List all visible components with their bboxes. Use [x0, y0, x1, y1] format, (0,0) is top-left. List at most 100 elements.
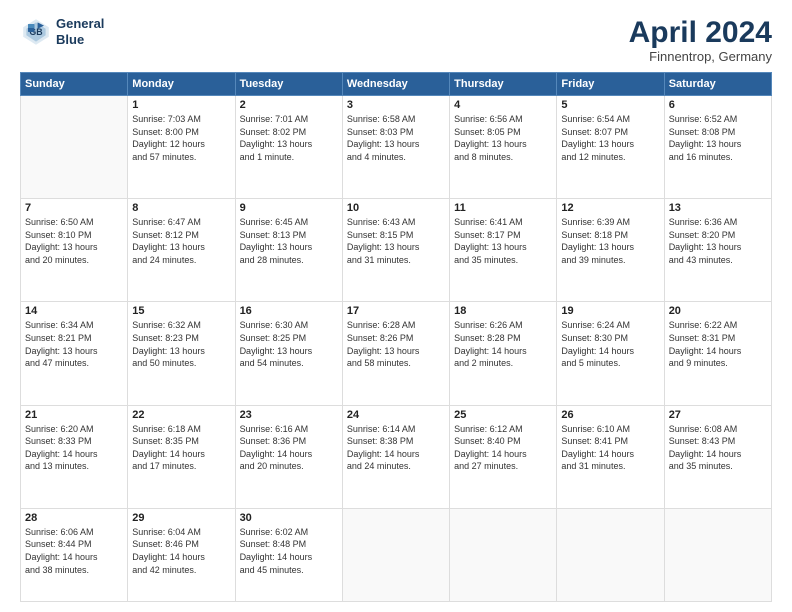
day-info: Sunrise: 6:50 AM Sunset: 8:10 PM Dayligh…	[25, 216, 123, 266]
day-info: Sunrise: 6:30 AM Sunset: 8:25 PM Dayligh…	[240, 319, 338, 369]
day-info: Sunrise: 6:47 AM Sunset: 8:12 PM Dayligh…	[132, 216, 230, 266]
location-subtitle: Finnentrop, Germany	[629, 49, 772, 64]
day-cell: 23 Sunrise: 6:16 AM Sunset: 8:36 PM Dayli…	[235, 405, 342, 508]
day-number: 19	[561, 305, 659, 317]
day-cell: 4 Sunrise: 6:56 AM Sunset: 8:05 PM Daylig…	[450, 96, 557, 199]
day-cell: 16 Sunrise: 6:30 AM Sunset: 8:25 PM Dayli…	[235, 302, 342, 405]
week-row-2: 7Sunrise: 6:50 AM Sunset: 8:10 PM Daylig…	[21, 199, 772, 302]
day-info: Sunrise: 6:08 AM Sunset: 8:43 PM Dayligh…	[669, 423, 767, 473]
day-number: 6	[669, 99, 767, 111]
day-info: Sunrise: 6:20 AM Sunset: 8:33 PM Dayligh…	[25, 423, 123, 473]
day-number: 18	[454, 305, 552, 317]
col-header-sunday: Sunday	[21, 73, 128, 96]
day-cell: 25Sunrise: 6:12 AM Sunset: 8:40 PM Dayli…	[450, 405, 557, 508]
col-header-saturday: Saturday	[664, 73, 771, 96]
day-number: 26	[561, 409, 659, 421]
day-number: 8	[132, 202, 230, 214]
day-number: 16	[240, 305, 338, 317]
day-cell: 28 Sunrise: 6:06 AM Sunset: 8:44 PM Dayli…	[21, 508, 128, 601]
day-number: 17	[347, 305, 445, 317]
day-number: 30	[240, 512, 338, 524]
day-info: Sunrise: 6:41 AM Sunset: 8:17 PM Dayligh…	[454, 216, 552, 266]
day-cell: 12Sunrise: 6:39 AM Sunset: 8:18 PM Dayli…	[557, 199, 664, 302]
day-cell: 29 Sunrise: 6:04 AM Sunset: 8:46 PM Dayli…	[128, 508, 235, 601]
day-info: Sunrise: 6:18 AM Sunset: 8:35 PM Dayligh…	[132, 423, 230, 473]
day-cell: 24Sunrise: 6:14 AM Sunset: 8:38 PM Dayli…	[342, 405, 449, 508]
day-number: 9	[240, 202, 338, 214]
day-cell	[21, 96, 128, 199]
day-cell: 14 Sunrise: 6:34 AM Sunset: 8:21 PM Dayli…	[21, 302, 128, 405]
col-header-tuesday: Tuesday	[235, 73, 342, 96]
day-number: 22	[132, 409, 230, 421]
day-cell: 2 Sunrise: 7:01 AM Sunset: 8:02 PM Daylig…	[235, 96, 342, 199]
day-number: 1	[132, 99, 230, 111]
day-info: Sunrise: 6:04 AM Sunset: 8:46 PM Dayligh…	[132, 526, 230, 576]
day-info: Sunrise: 6:06 AM Sunset: 8:44 PM Dayligh…	[25, 526, 123, 576]
day-number: 15	[132, 305, 230, 317]
day-number: 2	[240, 99, 338, 111]
day-cell: 20 Sunrise: 6:22 AM Sunset: 8:31 PM Dayli…	[664, 302, 771, 405]
day-info: Sunrise: 6:22 AM Sunset: 8:31 PM Dayligh…	[669, 319, 767, 369]
day-cell	[342, 508, 449, 601]
day-cell: 30 Sunrise: 6:02 AM Sunset: 8:48 PM Dayli…	[235, 508, 342, 601]
day-info: Sunrise: 6:32 AM Sunset: 8:23 PM Dayligh…	[132, 319, 230, 369]
day-info: Sunrise: 6:24 AM Sunset: 8:30 PM Dayligh…	[561, 319, 659, 369]
day-info: Sunrise: 6:02 AM Sunset: 8:48 PM Dayligh…	[240, 526, 338, 576]
day-info: Sunrise: 6:10 AM Sunset: 8:41 PM Dayligh…	[561, 423, 659, 473]
day-cell: 6Sunrise: 6:52 AM Sunset: 8:08 PM Daylig…	[664, 96, 771, 199]
day-number: 23	[240, 409, 338, 421]
day-cell: 21Sunrise: 6:20 AM Sunset: 8:33 PM Dayli…	[21, 405, 128, 508]
day-cell: 22 Sunrise: 6:18 AM Sunset: 8:35 PM Dayli…	[128, 405, 235, 508]
day-cell: 13Sunrise: 6:36 AM Sunset: 8:20 PM Dayli…	[664, 199, 771, 302]
day-info: Sunrise: 7:03 AM Sunset: 8:00 PM Dayligh…	[132, 113, 230, 163]
header: GB General Blue April 2024 Finnentrop, G…	[20, 16, 772, 64]
day-cell: 7Sunrise: 6:50 AM Sunset: 8:10 PM Daylig…	[21, 199, 128, 302]
title-block: April 2024 Finnentrop, Germany	[629, 16, 772, 64]
day-cell: 8 Sunrise: 6:47 AM Sunset: 8:12 PM Daylig…	[128, 199, 235, 302]
day-number: 25	[454, 409, 552, 421]
logo-line1: General	[56, 16, 104, 32]
logo-text: General Blue	[56, 16, 104, 47]
day-info: Sunrise: 6:45 AM Sunset: 8:13 PM Dayligh…	[240, 216, 338, 266]
day-info: Sunrise: 6:56 AM Sunset: 8:05 PM Dayligh…	[454, 113, 552, 163]
day-cell	[450, 508, 557, 601]
day-cell	[557, 508, 664, 601]
day-number: 20	[669, 305, 767, 317]
day-number: 28	[25, 512, 123, 524]
day-number: 13	[669, 202, 767, 214]
day-number: 14	[25, 305, 123, 317]
logo-line2: Blue	[56, 32, 104, 48]
week-row-1: 1 Sunrise: 7:03 AM Sunset: 8:00 PM Daylig…	[21, 96, 772, 199]
day-number: 10	[347, 202, 445, 214]
calendar-header-row: SundayMondayTuesdayWednesdayThursdayFrid…	[21, 73, 772, 96]
day-info: Sunrise: 7:01 AM Sunset: 8:02 PM Dayligh…	[240, 113, 338, 163]
day-info: Sunrise: 6:34 AM Sunset: 8:21 PM Dayligh…	[25, 319, 123, 369]
day-info: Sunrise: 6:14 AM Sunset: 8:38 PM Dayligh…	[347, 423, 445, 473]
day-cell	[664, 508, 771, 601]
day-cell: 19 Sunrise: 6:24 AM Sunset: 8:30 PM Dayli…	[557, 302, 664, 405]
day-cell: 11 Sunrise: 6:41 AM Sunset: 8:17 PM Dayli…	[450, 199, 557, 302]
day-info: Sunrise: 6:26 AM Sunset: 8:28 PM Dayligh…	[454, 319, 552, 369]
day-cell: 9 Sunrise: 6:45 AM Sunset: 8:13 PM Daylig…	[235, 199, 342, 302]
day-info: Sunrise: 6:28 AM Sunset: 8:26 PM Dayligh…	[347, 319, 445, 369]
day-number: 27	[669, 409, 767, 421]
day-info: Sunrise: 6:43 AM Sunset: 8:15 PM Dayligh…	[347, 216, 445, 266]
page: GB General Blue April 2024 Finnentrop, G…	[0, 0, 792, 612]
day-number: 12	[561, 202, 659, 214]
day-cell: 10 Sunrise: 6:43 AM Sunset: 8:15 PM Dayli…	[342, 199, 449, 302]
day-number: 29	[132, 512, 230, 524]
day-number: 3	[347, 99, 445, 111]
day-info: Sunrise: 6:16 AM Sunset: 8:36 PM Dayligh…	[240, 423, 338, 473]
day-cell: 27 Sunrise: 6:08 AM Sunset: 8:43 PM Dayli…	[664, 405, 771, 508]
day-cell: 15 Sunrise: 6:32 AM Sunset: 8:23 PM Dayli…	[128, 302, 235, 405]
day-cell: 1 Sunrise: 7:03 AM Sunset: 8:00 PM Daylig…	[128, 96, 235, 199]
day-cell: 3Sunrise: 6:58 AM Sunset: 8:03 PM Daylig…	[342, 96, 449, 199]
day-cell: 26 Sunrise: 6:10 AM Sunset: 8:41 PM Dayli…	[557, 405, 664, 508]
day-number: 11	[454, 202, 552, 214]
day-info: Sunrise: 6:54 AM Sunset: 8:07 PM Dayligh…	[561, 113, 659, 163]
calendar-table: SundayMondayTuesdayWednesdayThursdayFrid…	[20, 72, 772, 602]
col-header-monday: Monday	[128, 73, 235, 96]
day-cell: 5Sunrise: 6:54 AM Sunset: 8:07 PM Daylig…	[557, 96, 664, 199]
week-row-3: 14 Sunrise: 6:34 AM Sunset: 8:21 PM Dayli…	[21, 302, 772, 405]
day-number: 4	[454, 99, 552, 111]
